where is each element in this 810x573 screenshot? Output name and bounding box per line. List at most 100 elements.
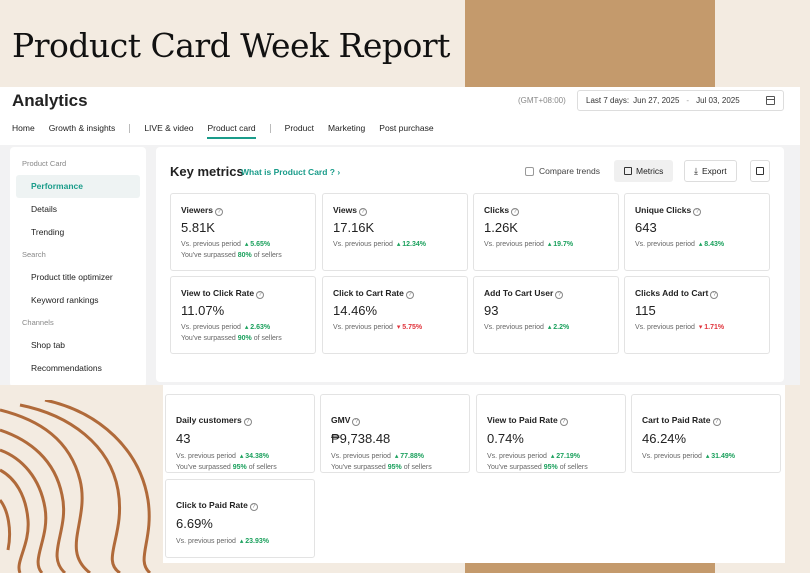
sidebar-item-details[interactable]: Details [10,198,146,221]
clipboard-button[interactable] [750,160,770,182]
analytics-header: Analytics (GMT+08:00) Last 7 days: Jun 2… [0,87,800,145]
sidebar-item-title-optimizer[interactable]: Product title optimizer [10,266,146,289]
nav-product-card[interactable]: Product card [207,123,256,139]
metric-label: Add To Cart User? [484,288,564,299]
nav-marketing[interactable]: Marketing [328,123,365,133]
metric-value: 17.16K [333,220,375,235]
nav-divider [269,124,271,133]
nav-growth-insights[interactable]: Growth & insights [49,123,116,133]
compare-trends-checkbox[interactable]: Compare trends [525,166,600,176]
date-start: Jun 27, 2025 [633,96,680,105]
metric-label: View to Click Rate? [181,288,265,299]
metric-card-add-to-cart-user[interactable]: Add To Cart User? 93 Vs. previous period… [473,276,619,354]
nav-post-purchase[interactable]: Post purchase [379,123,433,133]
metric-surpassed: You've surpassed 90% of sellers [181,335,282,342]
metric-card-click-to-cart-rate[interactable]: Click to Cart Rate? 14.46% Vs. previous … [322,276,468,354]
nav-product[interactable]: Product [285,123,314,133]
timezone-label: (GMT+08:00) [518,96,566,105]
metric-value: 46.24% [642,431,687,446]
metric-card-unique-clicks[interactable]: Unique Clicks? 643 Vs. previous period ▴… [624,193,770,271]
compare-trends-label: Compare trends [539,166,600,176]
clipboard-icon [756,167,764,175]
metrics-button-label: Metrics [636,166,664,176]
sidebar-item-keyword-rankings[interactable]: Keyword rankings [10,289,146,312]
help-icon: ? [405,291,414,299]
metric-card-view-to-paid-rate[interactable]: View to Paid Rate? 0.74% Vs. previous pe… [476,394,626,473]
metric-label: Clicks Add to Cart? [635,288,719,299]
edit-icon [624,167,632,175]
metric-label: View to Paid Rate? [487,415,568,426]
metric-prev: Vs. previous period ▴ 19.7% [484,241,574,248]
metric-card-cart-to-paid-rate[interactable]: Cart to Paid Rate? 46.24% Vs. previous p… [631,394,781,473]
metric-prev: Vs. previous period ▴ 8.43% [635,241,725,248]
help-icon: ? [710,291,719,299]
metric-card-views[interactable]: Views? 17.16K Vs. previous period ▴ 12.3… [322,193,468,271]
sidebar-item-shop-tab[interactable]: Shop tab [10,334,146,357]
metric-value: 1.26K [484,220,518,235]
metric-value: 643 [635,220,657,235]
metric-prev: Vs. previous period ▴ 34.38% [176,453,270,460]
metric-value: 14.46% [333,303,378,318]
metric-prev: Vs. previous period ▴ 2.2% [484,324,570,331]
sidebar-item-trending[interactable]: Trending [10,221,146,244]
checkbox-icon[interactable] [525,166,534,176]
metric-card-daily-customers[interactable]: Daily customers? 43 Vs. previous period … [165,394,315,473]
help-icon: ? [555,291,564,299]
metric-card-gmv[interactable]: GMV? ₱9,738.48 Vs. previous period ▴ 77.… [320,394,470,473]
date-separator: - [686,96,690,105]
metric-card-clicks[interactable]: Clicks? 1.26K Vs. previous period ▴ 19.7… [473,193,619,271]
sidebar-section-channels: Channels [22,318,54,327]
metric-card-viewers[interactable]: Viewers? 5.81K Vs. previous period ▴ 5.6… [170,193,316,271]
metric-prev: Vs. previous period ▴ 23.93% [176,538,270,545]
metric-value: 6.69% [176,516,213,531]
nav-home[interactable]: Home [12,123,35,133]
metrics-screenshot-panel-2: Daily customers? 43 Vs. previous period … [163,385,785,563]
help-icon: ? [214,208,223,216]
help-icon: ? [358,208,367,216]
help-icon: ? [693,208,702,216]
nav-live-video[interactable]: LIVE & video [144,123,193,133]
metric-label: GMV? [331,415,361,426]
top-nav: Home Growth & insights LIVE & video Prod… [12,123,448,139]
help-icon: ? [352,418,361,426]
decorative-swirl [0,400,152,573]
date-end: Jul 03, 2025 [696,96,740,105]
metric-label: Click to Cart Rate? [333,288,414,299]
metric-card-clicks-add-to-cart[interactable]: Clicks Add to Cart? 115 Vs. previous per… [624,276,770,354]
date-range-picker[interactable]: Last 7 days: Jun 27, 2025 - Jul 03, 2025 [577,90,784,111]
metric-value: 93 [484,303,499,318]
key-metrics-title: Key metrics [170,164,244,179]
metric-card-view-to-click-rate[interactable]: View to Click Rate? 11.07% Vs. previous … [170,276,316,354]
metric-card-click-to-paid-rate[interactable]: Click to Paid Rate? 6.69% Vs. previous p… [165,479,315,558]
help-icon: ? [249,503,258,511]
help-icon: ? [511,208,520,216]
metric-value: 115 [635,303,656,318]
export-button[interactable]: ⤓ Export [684,160,737,182]
metrics-button[interactable]: Metrics [614,160,674,182]
metric-surpassed: You've surpassed 95% of sellers [331,464,432,471]
export-button-label: Export [701,166,727,176]
metric-label: Unique Clicks? [635,205,702,216]
what-is-product-card-link[interactable]: What is Product Card ? › [241,167,340,177]
metric-prev: Vs. previous period ▴ 77.88% [331,453,425,460]
help-icon: ? [559,418,568,426]
app-title: Analytics [12,91,88,110]
metric-label: Views? [333,205,367,216]
metric-surpassed: You've surpassed 95% of sellers [487,464,588,471]
metric-prev: Vs. previous period ▴ 5.65% [181,241,271,248]
date-range-label: Last 7 days: [586,96,630,105]
metric-label: Clicks? [484,205,520,216]
metric-label: Viewers? [181,205,223,216]
help-icon: ? [256,291,265,299]
metric-prev: Vs. previous period ▴ 12.34% [333,241,427,248]
key-metrics-card: Key metrics What is Product Card ? › Com… [156,147,784,382]
metric-label: Cart to Paid Rate? [642,415,721,426]
metric-surpassed: You've surpassed 95% of sellers [176,464,277,471]
sidebar-section-product-card: Product Card [22,159,67,168]
analytics-screenshot-panel: Analytics (GMT+08:00) Last 7 days: Jun 2… [0,87,800,385]
sidebar-item-recommendations[interactable]: Recommendations [10,357,146,380]
metric-value: 5.81K [181,220,215,235]
metric-value: 43 [176,431,191,446]
sidebar-item-performance[interactable]: Performance [16,175,140,198]
calendar-icon[interactable] [766,96,775,105]
